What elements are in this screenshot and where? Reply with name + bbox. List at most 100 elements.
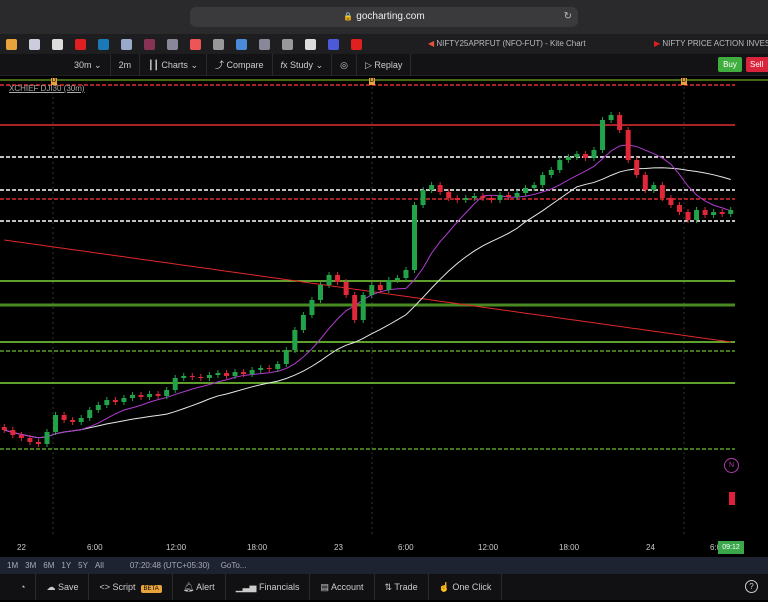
bookmark-icon[interactable] — [305, 38, 316, 50]
charts-label: Charts — [161, 59, 188, 70]
candle — [121, 398, 127, 402]
x-tick: 24 — [646, 543, 655, 552]
range-6m[interactable]: 6M — [43, 561, 54, 570]
one-click-button[interactable]: ☝ One Click — [429, 574, 503, 600]
candle — [694, 210, 700, 220]
x-tick: 18:00 — [247, 543, 268, 552]
time-axis[interactable]: 22 6:00 12:00 18:00 23 6:00 12:00 18:00 … — [0, 536, 768, 557]
interval-select[interactable]: 30m ⌄ — [66, 53, 111, 76]
bookmark-icon[interactable] — [236, 38, 247, 50]
bookmark-icon[interactable] — [167, 38, 178, 50]
candle — [574, 154, 580, 157]
reload-icon[interactable]: ↻ — [564, 7, 572, 27]
candle — [702, 210, 708, 215]
candle — [471, 196, 477, 198]
hand-icon: ☝ — [438, 582, 453, 592]
candle — [420, 190, 426, 205]
save-button[interactable]: ☁ Save — [36, 574, 90, 600]
candle — [728, 210, 734, 214]
candle — [343, 282, 349, 295]
financials-label: Financials — [258, 582, 300, 592]
bookmark-icon[interactable] — [121, 38, 132, 50]
candle — [138, 395, 144, 397]
charts-button[interactable]: ┃┃ Charts ⌄ — [140, 53, 207, 76]
candle — [668, 198, 674, 205]
range-3m[interactable]: 3M — [25, 561, 36, 570]
alert-button[interactable]: 🔔︎ Alert — [173, 574, 226, 600]
help-icon[interactable]: ? — [745, 580, 758, 593]
bookmark-icon[interactable] — [282, 38, 293, 50]
candle — [78, 418, 84, 422]
candle — [625, 130, 631, 160]
bookmark-icon[interactable] — [190, 38, 201, 50]
candle — [317, 285, 323, 300]
clock: 07:20:48 (UTC+05:30) — [129, 561, 210, 570]
sell-button[interactable]: Sell — [746, 57, 768, 72]
current-time-badge: 09:12 — [718, 541, 744, 554]
theme-button[interactable]: ◔ — [0, 574, 37, 600]
candles-icon: ┃┃ — [148, 59, 162, 70]
candle — [548, 170, 554, 175]
candle — [70, 420, 76, 422]
candle — [463, 198, 469, 200]
alert-label: Alert — [196, 582, 215, 592]
candle — [676, 205, 682, 212]
x-tick: 18:00 — [559, 543, 580, 552]
youtube-icon[interactable] — [351, 38, 362, 50]
candle — [617, 115, 623, 130]
dividend-marker[interactable]: D — [681, 78, 687, 85]
range-1y[interactable]: 1Y — [61, 561, 71, 570]
range-5y[interactable]: 5Y — [78, 561, 88, 570]
candle — [591, 150, 597, 158]
candle — [514, 193, 520, 197]
buy-button[interactable]: Buy — [718, 57, 742, 72]
replay-button[interactable]: ▷ Replay — [357, 53, 412, 76]
ma-white-line — [4, 167, 731, 439]
goto-button[interactable]: GoTo... — [221, 561, 247, 570]
youtube-icon[interactable] — [75, 38, 86, 50]
url-bar[interactable]: 🔒 gocharting.com ↻ — [190, 7, 578, 27]
candle — [266, 368, 272, 369]
candle — [147, 394, 153, 397]
candle — [386, 280, 392, 290]
price-chart[interactable] — [0, 77, 768, 536]
candle — [352, 295, 358, 320]
bookmark-icon[interactable] — [328, 38, 339, 50]
fx-icon: fx — [280, 59, 291, 70]
range-1m[interactable]: 1M — [7, 561, 18, 570]
candle — [198, 377, 204, 378]
tab-youtube[interactable]: ▶ NIFTY PRICE ACTION INVEST — [654, 34, 768, 54]
bookmark-icon[interactable] — [98, 38, 109, 50]
volume-bar — [729, 492, 735, 505]
candle — [634, 160, 640, 175]
bookmark-icon[interactable] — [52, 38, 63, 50]
bookmark-icon[interactable] — [6, 38, 17, 50]
account-button[interactable]: ▤ Account — [310, 574, 375, 600]
bookmark-icon[interactable] — [213, 38, 224, 50]
browser-bar: 🔒 gocharting.com ↻ — [0, 0, 768, 34]
dividend-marker[interactable]: D — [369, 78, 375, 85]
compare-button[interactable]: ⤴ Compare — [207, 53, 273, 76]
camera-icon: ◎ — [340, 59, 348, 70]
candle — [403, 270, 409, 278]
tab-kite-chart[interactable]: ◀ NIFTY25APRFUT (NFO-FUT) - Kite Chart — [428, 34, 586, 54]
bookmark-icon[interactable] — [144, 38, 155, 50]
dividend-marker[interactable]: D — [51, 78, 57, 85]
code-icon: <> — [99, 582, 113, 592]
trade-button[interactable]: ⇅ Trade — [375, 574, 429, 600]
interval2-button[interactable]: 2m — [111, 53, 141, 76]
bookmark-icon[interactable] — [29, 38, 40, 50]
script-label: Script — [112, 582, 136, 592]
screenshot-button[interactable]: ◎ — [332, 53, 357, 76]
beta-badge: BETA — [140, 585, 162, 593]
news-marker[interactable]: N — [724, 458, 739, 473]
range-all[interactable]: All — [95, 561, 104, 570]
candle — [429, 185, 435, 190]
financials-button[interactable]: ▁▃▅ Financials — [226, 574, 311, 600]
script-button[interactable]: <> Script BETA — [89, 574, 173, 600]
study-button[interactable]: fx Study ⌄ — [273, 53, 333, 76]
candle — [53, 415, 59, 432]
bookmark-icon[interactable] — [259, 38, 270, 50]
replay-label: Replay — [374, 59, 403, 70]
chart-toolbar: 30m ⌄ 2m ┃┃ Charts ⌄ ⤴ Compare fx Study … — [0, 53, 768, 76]
